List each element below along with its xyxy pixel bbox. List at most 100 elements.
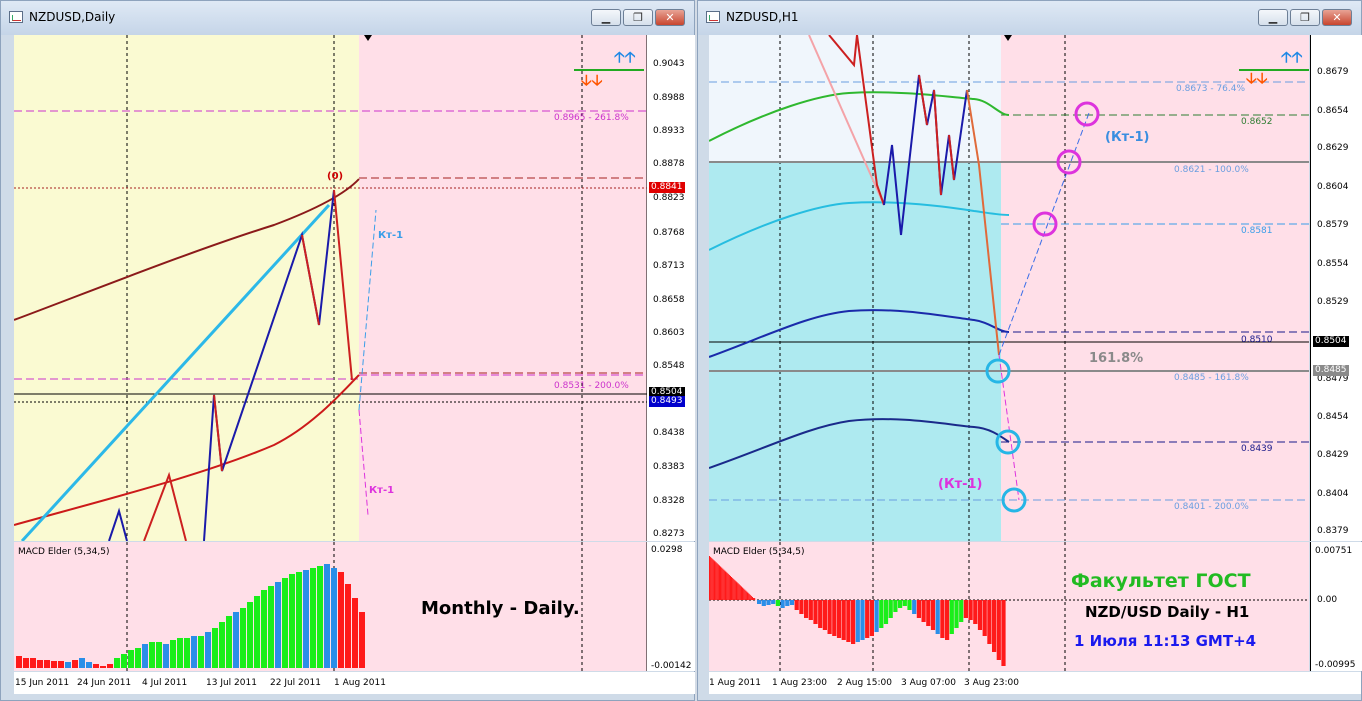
date-axis-label: 1 Aug 23:00 — [772, 678, 827, 688]
histogram-bar — [738, 584, 740, 600]
histogram-bar — [794, 600, 799, 610]
histogram-bar — [992, 600, 997, 652]
histogram-bar — [874, 600, 879, 632]
price-axis[interactable]: 0.8679 0.8654 0.8629 0.8604 0.8579 0.855… — [1310, 35, 1362, 541]
histogram-bar — [747, 592, 749, 600]
histogram-bar — [310, 568, 316, 668]
histogram-bar — [709, 556, 711, 600]
histogram-bar — [352, 598, 358, 668]
price-axis-label: 0.8629 — [1317, 143, 1349, 153]
histogram-bar — [893, 600, 898, 612]
histogram-bar — [818, 600, 823, 628]
histogram-bar — [107, 664, 113, 668]
close-button[interactable]: ✕ — [1322, 9, 1352, 26]
histogram-bar — [163, 644, 169, 668]
histogram-bar — [728, 574, 730, 600]
price-tag: 0.8485 — [1313, 365, 1349, 376]
histogram-bar — [930, 600, 936, 630]
fib-label: 0.8673 - 76.4% — [1176, 84, 1246, 94]
close-button[interactable]: ✕ — [655, 9, 685, 26]
maximize-button[interactable]: ❐ — [1290, 9, 1320, 26]
histogram-bar — [240, 608, 246, 668]
histogram-bar — [836, 600, 842, 638]
chart-window-daily[interactable]: NZDUSD,Daily ▁ ❐ ✕ (0) Кт-1 Кт-1 0.8965 … — [0, 0, 695, 701]
histogram-bar — [780, 600, 785, 608]
histogram-bar — [827, 600, 832, 634]
histogram-bar — [860, 600, 865, 640]
minimize-button[interactable]: ▁ — [591, 9, 621, 26]
histogram-bar — [725, 571, 727, 600]
histogram-bar — [114, 658, 120, 668]
maximize-button[interactable]: ❐ — [623, 9, 653, 26]
macd-axis-label: 0.00 — [1317, 595, 1338, 605]
histogram-bar — [804, 600, 809, 618]
histogram-bar — [86, 662, 92, 668]
chart-window-icon — [706, 11, 720, 23]
minimize-button[interactable]: ▁ — [1258, 9, 1288, 26]
histogram-bar — [23, 658, 29, 668]
histogram-bar — [51, 661, 57, 668]
caption-faculty: Факультет ГОСТ — [1071, 570, 1251, 592]
histogram-bar — [219, 622, 225, 668]
price-axis-label: 0.8438 — [653, 428, 685, 438]
histogram-bar — [721, 567, 723, 600]
price-axis-label: 0.8579 — [1317, 220, 1349, 230]
fib-label: 0.8581 — [1241, 226, 1273, 236]
price-chart-pane[interactable]: 0.8673 - 76.4% 0.8652 0.8621 - 100.0% 0.… — [709, 35, 1309, 541]
wave-label-zero: (0) — [327, 171, 344, 182]
histogram-bar — [912, 600, 917, 614]
histogram-bar — [212, 628, 218, 668]
date-axis-label: 24 Jun 2011 — [77, 678, 132, 688]
histogram-bar — [775, 600, 780, 606]
fib-label: 0.8510 — [1241, 335, 1273, 345]
histogram-bar — [135, 648, 141, 668]
window-title: NZDUSD,Daily — [29, 10, 116, 24]
histogram-bar — [79, 658, 85, 668]
macd-indicator-pane[interactable]: MACD Elder (5,34,5) Факультет ГОСТ NZD/U… — [709, 542, 1309, 671]
fib-label: 0.8485 - 161.8% — [1174, 373, 1249, 383]
histogram-bar — [916, 600, 921, 618]
histogram-bar — [883, 600, 889, 624]
histogram-bar — [740, 586, 742, 600]
histogram-bar — [37, 660, 43, 668]
histogram-bar — [751, 596, 753, 600]
histogram-bar — [282, 578, 288, 668]
histogram-bar — [714, 561, 716, 600]
histogram-bar — [745, 590, 747, 600]
price-axis-label: 0.8768 — [653, 228, 685, 238]
histogram-bar — [785, 600, 790, 606]
wave-label-kt-up: Кт-1 — [378, 230, 404, 241]
window-titlebar[interactable]: NZDUSD,H1 ▁ ❐ ✕ — [698, 1, 1361, 35]
fib-label: 0.8401 - 200.0% — [1174, 502, 1249, 512]
histogram-bar — [191, 636, 197, 668]
macd-indicator-pane[interactable]: MACD Elder (5,34,5) Monthly - Daily. — [14, 542, 684, 671]
histogram-bar — [345, 584, 351, 668]
macd-axis-label: -0.00142 — [651, 661, 692, 671]
indicator-name: MACD Elder (5,34,5) — [18, 547, 110, 557]
histogram-bar — [963, 600, 968, 618]
histogram-bar — [750, 595, 752, 600]
histogram-bar — [968, 600, 973, 620]
arrow-down-icon: 🡣🡣 — [581, 71, 603, 89]
histogram-bar — [1001, 600, 1006, 666]
histogram-bar — [205, 632, 211, 668]
histogram-bar — [754, 598, 756, 600]
price-axis-label: 0.8933 — [653, 126, 685, 136]
histogram-bar — [184, 638, 190, 668]
price-axis-label: 0.8554 — [1317, 259, 1349, 269]
histogram-bar — [789, 600, 795, 605]
wave-label-kt-down: Кт-1 — [369, 485, 395, 496]
price-chart-canvas — [14, 35, 648, 541]
histogram-bar — [324, 564, 330, 668]
chart-window-h1[interactable]: NZDUSD,H1 ▁ ❐ ✕ 0.8673 - 76.4% 0.8652 0.… — [697, 0, 1362, 701]
price-chart-pane[interactable]: (0) Кт-1 Кт-1 0.8965 - 261.8% 0.8531 - 2… — [14, 35, 684, 541]
date-axis: 1 Aug 2011 1 Aug 23:00 2 Aug 15:00 3 Aug… — [709, 672, 1361, 694]
price-axis-label: 0.9043 — [653, 59, 685, 69]
histogram-bar — [898, 600, 903, 608]
histogram-bar — [799, 600, 804, 614]
histogram-bar — [716, 563, 718, 600]
macd-axis-label: 0.00751 — [1315, 546, 1353, 556]
histogram-bar — [902, 600, 907, 606]
window-titlebar[interactable]: NZDUSD,Daily ▁ ❐ ✕ — [1, 1, 694, 35]
price-axis[interactable]: 0.9043 0.8988 0.8933 0.8878 0.8823 0.876… — [647, 35, 695, 541]
